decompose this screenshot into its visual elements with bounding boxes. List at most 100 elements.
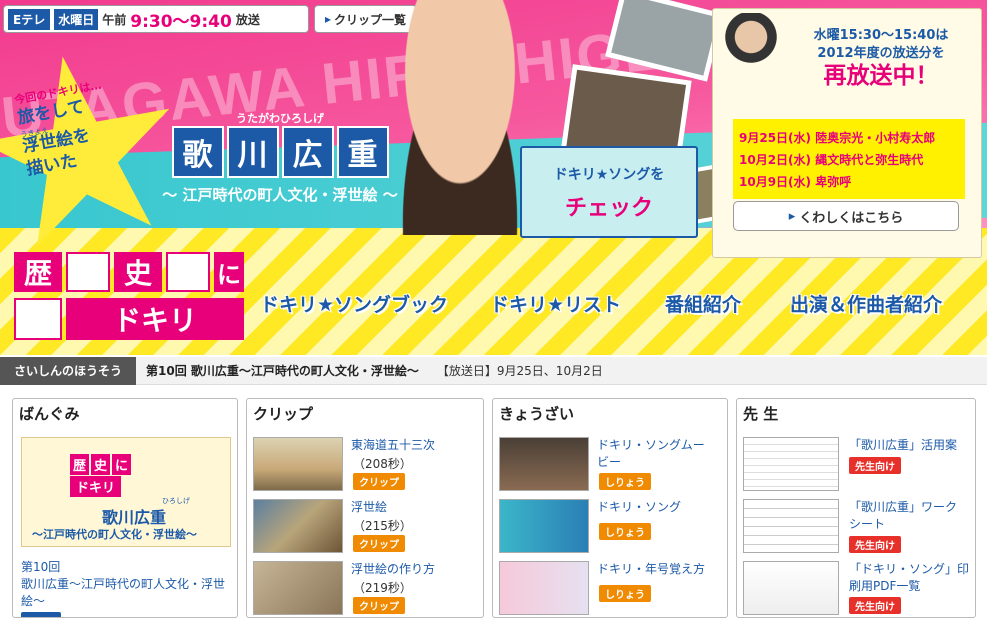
- title-char: 歌: [171, 126, 224, 178]
- clip-title[interactable]: 浮世絵の作り方: [351, 561, 435, 578]
- rerun-more-button[interactable]: ▸ くわしくはこちら: [733, 201, 959, 231]
- channel-label: Eテレ: [8, 8, 51, 30]
- song-check-scroll[interactable]: ドキリ★ソングを チェック: [520, 146, 698, 238]
- clip-thumbnail[interactable]: [253, 437, 343, 491]
- clip-duration: （215秒）: [353, 519, 412, 533]
- latest-broadcast-bar: さいしんのほうそう 第10回 歌川広重〜江戸時代の町人文化・浮世絵〜 【放送日】…: [0, 356, 987, 385]
- rerun-line2: 2012年度の放送分を: [817, 46, 945, 61]
- teacher-doc-title[interactable]: 「ドキリ・ソング」印: [849, 561, 969, 578]
- thumb-logo-char: 史: [91, 454, 111, 475]
- clip-badge: クリップ: [353, 535, 405, 552]
- sensei-heading: 先 生: [743, 405, 779, 423]
- air-dates: 【放送日】9月25日、10月2日: [436, 364, 603, 378]
- chevron-right-icon: ▸: [324, 12, 331, 26]
- latest-label: さいしんのほうそう: [0, 356, 137, 385]
- rerun-big: 再放送中！: [823, 63, 939, 89]
- title-char: 川: [226, 126, 279, 178]
- clip-title[interactable]: 浮世絵: [351, 499, 387, 516]
- broadcast-label: 放送: [235, 12, 260, 27]
- logo-face: [66, 252, 110, 292]
- thumb-logo-char: に: [112, 454, 132, 475]
- ampm-label: 午前: [102, 12, 127, 27]
- nav-list[interactable]: ドキリ★リスト: [490, 290, 621, 317]
- thumb-subtitle: 〜江戸時代の町人文化・浮世絵〜: [32, 528, 197, 541]
- material-badge: しりょう: [599, 473, 651, 490]
- logo-word: ドキリ: [66, 298, 244, 340]
- clip-title[interactable]: 東海道五十三次: [351, 437, 435, 454]
- rerun-more-label: くわしくはこちら: [799, 210, 904, 226]
- thumb-logo-char: 歴: [70, 454, 90, 475]
- rerun-panel: 水曜15:30〜15:40は 2012年度の放送分を 再放送中！ 9月25日(水…: [712, 8, 982, 258]
- kyouzai-heading: きょうざい: [499, 405, 575, 423]
- material-title[interactable]: ドキリ・ソング: [597, 499, 681, 516]
- sensei-panel: 先 生 「歌川広重」活用案 先生向け 「歌川広重」ワーク シート 先生向け 「ド…: [736, 398, 976, 618]
- teacher-badge: 先生向け: [849, 536, 901, 553]
- samurai-photo: [721, 13, 781, 93]
- rerun-line1: 水曜15:30〜15:40は: [813, 28, 949, 43]
- thumb-logo-word: ドキリ: [70, 476, 122, 497]
- material-title[interactable]: ドキリ・ソングムー: [597, 437, 705, 454]
- bangumi-heading: ばんぐみ: [19, 405, 80, 423]
- logo-face: [166, 252, 210, 292]
- clip-heading: クリップ: [253, 405, 314, 423]
- clip-duration: （208秒）: [353, 457, 412, 471]
- teacher-doc-title[interactable]: 「歌川広重」ワーク: [849, 499, 957, 516]
- material-thumbnail[interactable]: [499, 561, 589, 615]
- doc-thumbnail[interactable]: [743, 561, 839, 615]
- doc-thumbnail[interactable]: [743, 499, 839, 553]
- material-thumbnail[interactable]: [499, 499, 589, 553]
- nav-songbook[interactable]: ドキリ★ソングブック: [260, 290, 448, 317]
- program-desc[interactable]: 歌川広重〜江戸時代の町人文化・浮世: [21, 576, 225, 593]
- doc-thumbnail[interactable]: [743, 437, 839, 491]
- rerun-list: 9月25日(水) 陸奥宗光・小村寿太郎 10月2日(水) 縄文時代と弥生時代 1…: [733, 119, 965, 199]
- teacher-doc-title-cont[interactable]: シート: [849, 516, 885, 533]
- title-char: 広: [281, 126, 334, 178]
- program-episode[interactable]: 第10回: [21, 559, 60, 576]
- thumb-title: 歌川広重: [102, 508, 167, 527]
- clip-duration: （219秒）: [353, 581, 412, 595]
- program-desc-cont[interactable]: 絵〜: [21, 593, 45, 610]
- teacher-doc-title[interactable]: 「歌川広重」活用案: [849, 437, 957, 454]
- title-subtitle: 〜 江戸時代の町人文化・浮世絵 〜: [162, 186, 398, 204]
- main-nav: ドキリ★ソングブック ドキリ★リスト 番組紹介 出演＆作曲者紹介: [260, 290, 980, 322]
- material-badge: しりょう: [599, 585, 651, 602]
- logo-char: 史: [114, 252, 162, 292]
- bangumi-panel: ばんぐみ 歴 史 に ドキリ ひろしげ 歌川広重 〜江戸時代の町人文化・浮世絵〜…: [12, 398, 238, 618]
- rerun-item: 10月9日(水) 卑弥呼: [739, 175, 852, 189]
- rerun-heading: 水曜15:30〜15:40は 2012年度の放送分を 再放送中！: [783, 27, 979, 89]
- nav-program[interactable]: 番組紹介: [665, 290, 741, 317]
- logo-char: に: [214, 252, 244, 292]
- schedule-bar: Eテレ 水曜日 午前 9:30〜9:40 放送: [3, 5, 309, 33]
- material-badge: しりょう: [599, 523, 651, 540]
- hero-banner: UTAGAWA HIROSHIGE Eテレ 水曜日 午前 9:30〜9:40 放…: [0, 0, 987, 355]
- material-thumbnail[interactable]: [499, 437, 589, 491]
- song-check-line1: ドキリ★ソングを: [553, 167, 665, 183]
- clip-thumbnail[interactable]: [253, 499, 343, 553]
- program-thumbnail[interactable]: 歴 史 に ドキリ ひろしげ 歌川広重 〜江戸時代の町人文化・浮世絵〜: [21, 437, 231, 547]
- material-title-cont[interactable]: ビー: [597, 454, 621, 471]
- title-ruby: うたがわひろしげ: [236, 112, 324, 125]
- title-char: 重: [336, 126, 389, 178]
- song-check-line2: チェック: [564, 196, 653, 221]
- logo-char: 歴: [14, 252, 62, 292]
- teacher-badge: 先生向け: [849, 597, 901, 614]
- rerun-item: 10月2日(水) 縄文時代と弥生時代: [739, 153, 924, 167]
- thumb-logo: 歴 史 に: [70, 454, 132, 475]
- rerun-item: 9月25日(水) 陸奥宗光・小村寿太郎: [739, 131, 936, 145]
- clip-badge: クリップ: [353, 473, 405, 490]
- teacher-badge: 先生向け: [849, 457, 901, 474]
- logo-face: [14, 298, 62, 340]
- day-label: 水曜日: [54, 8, 99, 30]
- clip-panel: クリップ 東海道五十三次 （208秒） クリップ 浮世絵 （215秒） クリップ…: [246, 398, 484, 618]
- nav-cast[interactable]: 出演＆作曲者紹介: [790, 290, 942, 317]
- site-logo[interactable]: 歴 史 に ドキリ: [14, 252, 244, 342]
- clip-badge: クリップ: [353, 597, 405, 614]
- thumb-ruby: ひろしげ: [162, 497, 190, 505]
- material-title[interactable]: ドキリ・年号覚え方: [597, 561, 705, 578]
- latest-episode-link[interactable]: 第10回 歌川広重〜江戸時代の町人文化・浮世絵〜: [146, 362, 419, 379]
- teacher-doc-title-cont[interactable]: 刷用PDF一覧: [849, 578, 920, 595]
- program-badge: [21, 612, 61, 617]
- time-label: 9:30〜9:40: [130, 11, 232, 32]
- clip-thumbnail[interactable]: [253, 561, 343, 615]
- chevron-right-icon: ▸: [788, 208, 796, 224]
